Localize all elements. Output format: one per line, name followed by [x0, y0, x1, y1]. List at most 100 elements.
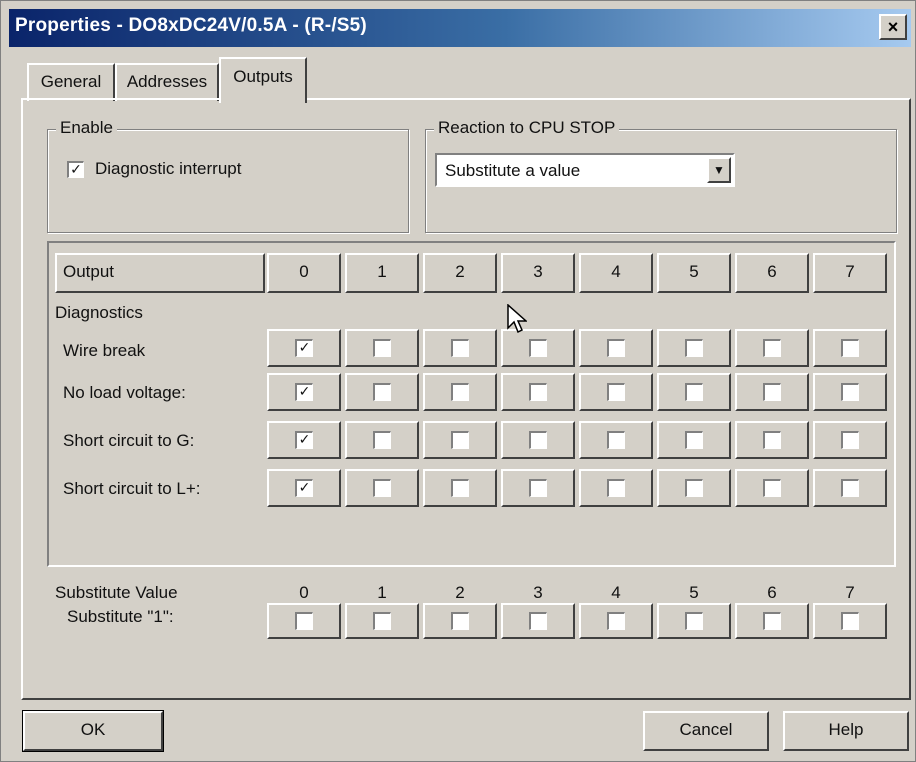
- substitute-checkbox-5[interactable]: [685, 612, 703, 630]
- diag-checkbox-wire-break-1[interactable]: [373, 339, 391, 357]
- diag-checkbox-short-circuit-g-6[interactable]: [763, 431, 781, 449]
- diag-cell-wire-break-5: [657, 329, 731, 367]
- diag-checkbox-no-load-voltage-1[interactable]: [373, 383, 391, 401]
- diag-cell-short-circuit-g-3: [501, 421, 575, 459]
- substitute-column-4: 4: [611, 583, 621, 602]
- diag-cell-short-circuit-g-1: [345, 421, 419, 459]
- tab-outputs[interactable]: Outputs: [219, 57, 307, 103]
- row-label-no-load-voltage: No load voltage:: [63, 383, 186, 402]
- diag-checkbox-short-circuit-g-7[interactable]: [841, 431, 859, 449]
- substitute-checkbox-6[interactable]: [763, 612, 781, 630]
- diag-cell-wire-break-3: [501, 329, 575, 367]
- diag-cell-short-circuit-g-7: [813, 421, 887, 459]
- title-bar: Properties - DO8xDC24V/0.5A - (R-/S5) ×: [9, 9, 911, 47]
- enable-legend: Enable: [56, 118, 117, 138]
- diag-checkbox-no-load-voltage-3[interactable]: [529, 383, 547, 401]
- substitute-column-5: 5: [689, 583, 699, 602]
- row-label-short-circuit-l: Short circuit to L+:: [63, 479, 201, 498]
- diag-cell-no-load-voltage-6: [735, 373, 809, 411]
- diagnostics-section-label: Diagnostics: [55, 303, 143, 322]
- diag-checkbox-short-circuit-g-0[interactable]: ✓: [295, 431, 313, 449]
- diag-cell-wire-break-0: ✓: [267, 329, 341, 367]
- row-label-short-circuit-g: Short circuit to G:: [63, 431, 195, 450]
- substitute-cell-4: [579, 603, 653, 639]
- close-button[interactable]: ×: [879, 14, 907, 40]
- reaction-legend: Reaction to CPU STOP: [434, 118, 620, 138]
- substitute-cell-3: [501, 603, 575, 639]
- diag-checkbox-no-load-voltage-2[interactable]: [451, 383, 469, 401]
- reaction-dropdown[interactable]: Substitute a value ▼: [435, 153, 735, 187]
- diag-checkbox-short-circuit-l-4[interactable]: [607, 479, 625, 497]
- column-header-2: 2: [423, 253, 497, 293]
- column-header-3: 3: [501, 253, 575, 293]
- diag-cell-short-circuit-l-4: [579, 469, 653, 507]
- substitute-checkbox-3[interactable]: [529, 612, 547, 630]
- diag-checkbox-short-circuit-g-5[interactable]: [685, 431, 703, 449]
- diag-checkbox-short-circuit-l-5[interactable]: [685, 479, 703, 497]
- ok-button[interactable]: OK: [22, 710, 164, 752]
- diag-checkbox-no-load-voltage-7[interactable]: [841, 383, 859, 401]
- substitute-cell-1: [345, 603, 419, 639]
- diag-cell-short-circuit-g-6: [735, 421, 809, 459]
- diag-cell-short-circuit-l-2: [423, 469, 497, 507]
- diag-checkbox-short-circuit-l-3[interactable]: [529, 479, 547, 497]
- diag-cell-short-circuit-g-2: [423, 421, 497, 459]
- substitute-column-7: 7: [845, 583, 855, 602]
- diag-checkbox-wire-break-6[interactable]: [763, 339, 781, 357]
- substitute-checkbox-1[interactable]: [373, 612, 391, 630]
- substitute-checkbox-7[interactable]: [841, 612, 859, 630]
- diag-checkbox-short-circuit-l-2[interactable]: [451, 479, 469, 497]
- substitute-column-3: 3: [533, 583, 543, 602]
- column-header-4: 4: [579, 253, 653, 293]
- diag-cell-wire-break-7: [813, 329, 887, 367]
- enable-group: Enable: [47, 118, 409, 233]
- substitute-checkbox-0[interactable]: [295, 612, 313, 630]
- diag-checkbox-short-circuit-l-7[interactable]: [841, 479, 859, 497]
- diag-checkbox-wire-break-5[interactable]: [685, 339, 703, 357]
- diagnostic-interrupt-label: Diagnostic interrupt: [95, 159, 242, 178]
- tab-general[interactable]: General: [27, 63, 115, 101]
- diag-checkbox-short-circuit-g-2[interactable]: [451, 431, 469, 449]
- cancel-button[interactable]: Cancel: [643, 711, 769, 751]
- column-header-6: 6: [735, 253, 809, 293]
- diag-cell-no-load-voltage-0: ✓: [267, 373, 341, 411]
- substitute-checkbox-4[interactable]: [607, 612, 625, 630]
- tab-addresses[interactable]: Addresses: [115, 63, 219, 101]
- diag-checkbox-wire-break-7[interactable]: [841, 339, 859, 357]
- diag-checkbox-short-circuit-l-1[interactable]: [373, 479, 391, 497]
- help-button[interactable]: Help: [783, 711, 909, 751]
- diagnostic-interrupt-checkbox[interactable]: ✓: [67, 161, 84, 178]
- diag-checkbox-no-load-voltage-0[interactable]: ✓: [295, 383, 313, 401]
- diag-checkbox-short-circuit-l-0[interactable]: ✓: [295, 479, 313, 497]
- diag-checkbox-short-circuit-g-1[interactable]: [373, 431, 391, 449]
- diag-checkbox-wire-break-3[interactable]: [529, 339, 547, 357]
- diag-checkbox-no-load-voltage-4[interactable]: [607, 383, 625, 401]
- diag-checkbox-no-load-voltage-6[interactable]: [763, 383, 781, 401]
- diag-checkbox-wire-break-4[interactable]: [607, 339, 625, 357]
- reaction-dropdown-value: Substitute a value: [445, 161, 581, 180]
- column-header-0: 0: [267, 253, 341, 293]
- output-header: Output: [55, 253, 265, 293]
- substitute-column-1: 1: [377, 583, 387, 602]
- diag-checkbox-short-circuit-g-3[interactable]: [529, 431, 547, 449]
- substitute-column-0: 0: [299, 583, 309, 602]
- substitute-cell-7: [813, 603, 887, 639]
- window-title: Properties - DO8xDC24V/0.5A - (R-/S5): [15, 15, 367, 36]
- substitute-checkbox-2[interactable]: [451, 612, 469, 630]
- substitute-1-label: Substitute "1":: [67, 607, 174, 626]
- diag-cell-wire-break-6: [735, 329, 809, 367]
- substitute-column-2: 2: [455, 583, 465, 602]
- chevron-down-icon[interactable]: ▼: [707, 157, 731, 183]
- diag-cell-short-circuit-g-5: [657, 421, 731, 459]
- substitute-column-6: 6: [767, 583, 777, 602]
- diag-cell-no-load-voltage-2: [423, 373, 497, 411]
- diag-cell-no-load-voltage-7: [813, 373, 887, 411]
- diag-checkbox-no-load-voltage-5[interactable]: [685, 383, 703, 401]
- diag-cell-wire-break-2: [423, 329, 497, 367]
- diag-checkbox-wire-break-2[interactable]: [451, 339, 469, 357]
- diag-checkbox-wire-break-0[interactable]: ✓: [295, 339, 313, 357]
- diag-checkbox-short-circuit-g-4[interactable]: [607, 431, 625, 449]
- diag-cell-short-circuit-l-6: [735, 469, 809, 507]
- diag-cell-short-circuit-l-1: [345, 469, 419, 507]
- diag-checkbox-short-circuit-l-6[interactable]: [763, 479, 781, 497]
